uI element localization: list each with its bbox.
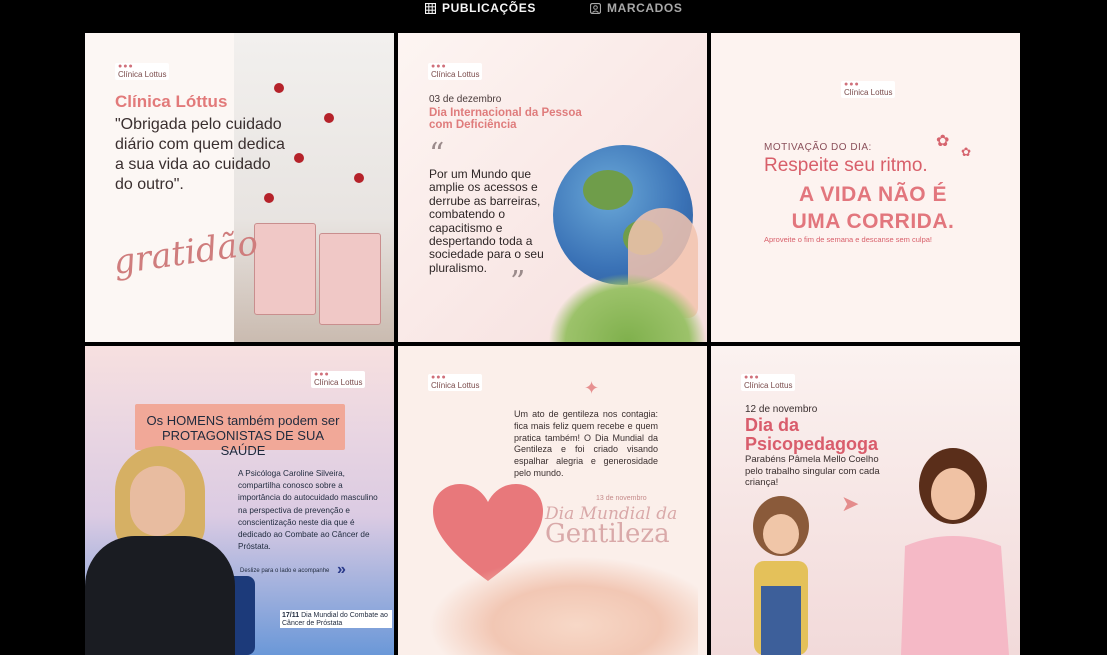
profile-tabs: PUBLICAÇÕES MARCADOS [0, 0, 1107, 16]
post-title: Dia da Psicopedagoga [745, 415, 879, 454]
clinic-logo: ●●● Clínica Lottus [841, 81, 896, 98]
post-date: 03 de dezembro [429, 94, 502, 105]
post-body: Parabéns Pâmela Mello Coelho pelo trabal… [745, 454, 880, 488]
hands-illustration [428, 556, 698, 655]
planner-book [254, 223, 316, 315]
motivation-label: MOTIVAÇÃO DO DIA: [764, 142, 872, 153]
tab-publicacoes[interactable]: PUBLICAÇÕES [425, 0, 536, 16]
post-1[interactable]: ●●● Clínica Lottus Clínica Lóttus "Obrig… [85, 33, 394, 342]
post-body: Por um Mundo que amplie os acessos e der… [429, 167, 544, 275]
post-body: Um ato de gentileza nos contagia: fica m… [514, 409, 658, 478]
post-body: A Psicóloga Caroline Silveira, compartil… [238, 469, 378, 552]
grid-icon [425, 2, 436, 14]
flower-icon: ✿ [936, 133, 950, 150]
clinic-logo: ●●● Clínica Lottus [311, 371, 366, 388]
post-title: Dia Internacional da Pessoa com Deficiên… [429, 107, 582, 131]
badge-text: 17/11 Dia Mundial do Combate ao Câncer d… [282, 612, 388, 627]
post-6[interactable]: ●●● Clínica Lottus 12 de novembro Dia da… [711, 346, 1020, 655]
clinic-logo: ●●● Clínica Lottus [115, 63, 170, 80]
post-date: 13 de novembro [596, 495, 647, 502]
subtext: Aproveite o fim de semana e descanse sem… [764, 235, 933, 244]
ornament [274, 83, 284, 93]
clinic-logo: ●●● Clínica Lottus [428, 374, 483, 391]
headline: A VIDA NÃO É UMA CORRIDA. [791, 183, 955, 233]
ornament [354, 173, 364, 183]
post-quote: "Obrigada pelo cuidado diário com quem d… [115, 116, 285, 193]
chevron-right-icon: » [337, 561, 346, 578]
tab-publicacoes-label: PUBLICAÇÕES [442, 1, 536, 15]
post-date: 12 de novembro [745, 404, 818, 415]
post-4[interactable]: ●●● Clínica Lottus Os HOMENS também pode… [85, 346, 394, 655]
clinic-logo: ●●● Clínica Lottus [741, 374, 796, 391]
woman-photo [901, 448, 1009, 655]
close-quote-icon: ” [510, 265, 526, 300]
ornament [294, 153, 304, 163]
woman-face [130, 466, 185, 536]
tab-marcados[interactable]: MARCADOS [590, 0, 682, 16]
sparkle-icon: ✦ [584, 378, 600, 398]
tagged-user-icon [590, 2, 601, 14]
tab-marcados-label: MARCADOS [607, 1, 683, 15]
clinic-logo: ●●● Clínica Lottus [428, 63, 483, 80]
planner-book [319, 233, 381, 325]
gentileza-text: Gentileza [545, 519, 670, 549]
ornament [324, 113, 334, 123]
woman-body [85, 536, 235, 655]
post-2[interactable]: ●●● Clínica Lottus 03 de dezembro Dia In… [398, 33, 707, 342]
post-3[interactable]: ●●● Clínica Lottus MOTIVAÇÃO DO DIA: Res… [711, 33, 1020, 342]
child-photo [753, 496, 809, 655]
flowers-illustration [548, 273, 707, 342]
post-heading: Clínica Lóttus [115, 92, 228, 111]
swipe-hint: Deslize para o lado e acompanhe [240, 568, 330, 574]
flower-icon: ✿ [961, 145, 972, 159]
paper-plane-icon: ➤ [841, 491, 860, 516]
respect-text: Respeite seu ritmo. [764, 155, 928, 176]
post-5[interactable]: ●●● Clínica Lottus ✦ Um ato de gentileza… [398, 346, 707, 655]
